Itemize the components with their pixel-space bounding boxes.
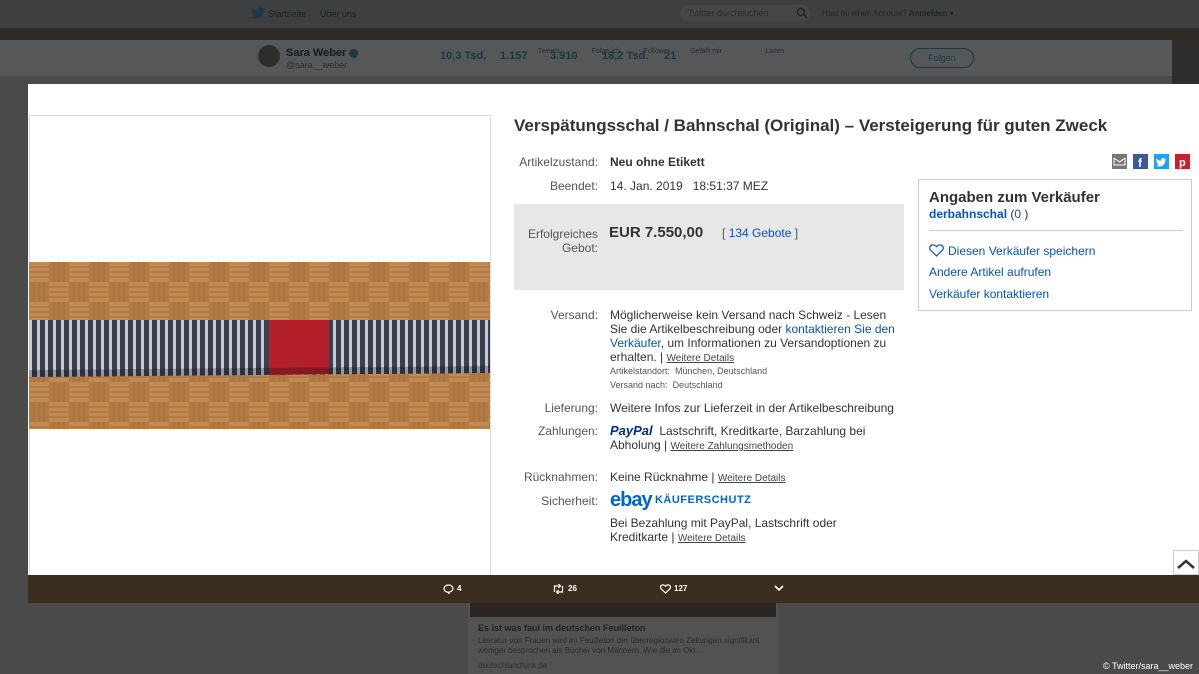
nav-home[interactable]: Startseite [268,9,306,19]
seller-name-link[interactable]: derbahnschal [929,207,1007,221]
seller-name: derbahnschal (0 ) [929,207,1029,221]
scarf-photo[interactable] [29,262,490,429]
link-card-title: Es ist was faul im deutschen Feuilleton [478,623,646,633]
seller-rating[interactable]: 0 [1014,207,1021,221]
ended-value: 14. Jan. 2019 18:51:37 MEZ [610,179,769,193]
contact-seller-link[interactable]: kontaktieren Sie den [785,322,894,336]
returns-details-link[interactable]: Weitere Details [718,473,786,484]
nav-about[interactable]: Über uns [320,9,357,19]
twitter-share-icon[interactable] [1154,154,1169,169]
account-prompt: Hast du einen Account? Anmelden ▾ [822,9,954,18]
profile-name[interactable]: Sara Weber [286,47,359,59]
facebook-share-icon[interactable]: f [1133,154,1148,169]
chevron-down-icon [774,585,784,592]
twitter-bird-icon[interactable] [251,7,265,19]
security-details-link[interactable]: Weitere Details [678,533,746,544]
ships-to: Versand nach: Deutschland [610,380,723,390]
seller-info-box: Angaben zum Verkäufer derbahnschal (0 ) … [918,179,1192,311]
security-label: Sicherheit: [541,494,598,508]
contact-seller-link-2[interactable]: Verkäufer [610,336,661,350]
link-card-source: deutschlandfunk.de [478,661,548,670]
ended-label: Beendet: [549,179,598,193]
returns-label: Rücknahmen: [523,470,598,484]
link-card-text: Literatur von Frauen wird im Feuilleton … [478,636,760,655]
bid-label: Erfolgreiches Gebot: [527,227,598,255]
seller-divider [929,230,1183,231]
media-modal: Verspätungsschal / Bahnschal (Original) … [28,84,1199,575]
scroll-top-button[interactable] [1173,550,1199,575]
more-payment-methods-link[interactable]: Weitere Zahlungsmethoden [671,441,794,452]
shipping-value: Möglicherweise kein Versand nach Schweiz… [610,308,895,364]
link-card-image [470,603,776,617]
other-items-link[interactable]: Andere Artikel aufrufen [929,265,1051,279]
item-title: Verspätungsschal / Bahnschal (Original) … [514,116,1108,135]
ebay-logo: ebay [610,489,653,511]
verified-icon [349,48,359,58]
seller-heading: Angaben zum Verkäufer [929,189,1100,206]
search-input[interactable]: Twitter durchsuchen [680,5,810,22]
condition-label: Artikelzustand: [519,155,598,169]
profile-header [0,40,1199,76]
returns-value: Keine Rücknahme | Weitere Details [610,470,786,484]
save-seller-link[interactable]: Diesen Verkäufer speichern [929,244,1095,258]
bid-count: [ 134 Gebote ] [722,226,799,240]
buyer-protection-label: KÄUFERSCHUTZ [654,494,752,506]
follow-button[interactable]: Folgen [910,48,974,68]
email-share-icon[interactable] [1112,154,1127,169]
like-heart-icon [659,584,672,594]
login-link[interactable]: Anmelden [909,9,948,18]
svg-text:p: p [1179,157,1186,169]
image-credit: © Twitter/sara__weber [1102,661,1193,671]
bid-price: EUR 7.550,00 [609,224,704,241]
search-icon[interactable] [796,7,808,19]
shipping-label: Versand: [550,308,598,322]
reply-action[interactable]: 4 [443,584,461,595]
paypal-logo: PayPal [610,423,653,438]
security-value: Bei Bezahlung mit PayPal, Lastschrift od… [610,516,837,544]
heart-icon [929,244,944,257]
reply-icon [443,584,454,595]
delivery-value: Weitere Infos zur Lieferzeit in der Arti… [610,401,894,415]
bid-count-link[interactable]: 134 Gebote [729,226,792,240]
retweet-action[interactable]: 26 [552,583,577,595]
pinterest-share-icon[interactable]: p [1175,154,1190,169]
more-options-action[interactable] [774,583,787,592]
delivery-label: Lieferung: [544,401,598,415]
payment-value: PayPal Lastschrift, Kreditkarte, Barzahl… [610,423,866,453]
twitter-top-nav: Startseite Über uns Twitter durchsuchen … [0,0,1199,28]
profile-cover [0,28,1199,40]
profile-handle: @sara__weber [286,60,348,70]
like-action[interactable]: 127 [659,584,687,594]
payment-label: Zahlungen: [537,424,598,438]
chevron-up-icon [1177,559,1195,569]
item-location: Artikelstandort: München, Deutschland [610,366,768,376]
contact-seller-box-link[interactable]: Verkäufer kontaktieren [929,287,1049,301]
avatar[interactable] [258,45,280,67]
shipping-details-link[interactable]: Weitere Details [667,353,735,364]
retweet-icon [553,583,564,595]
ebay-buyer-protection-logo: ebay KÄUFERSCHUTZ [610,489,751,512]
right-edge-strip [1172,40,1199,84]
condition-value: Neu ohne Etikett [610,155,705,169]
tweet-action-bar: 4 26 127 [28,575,1199,603]
